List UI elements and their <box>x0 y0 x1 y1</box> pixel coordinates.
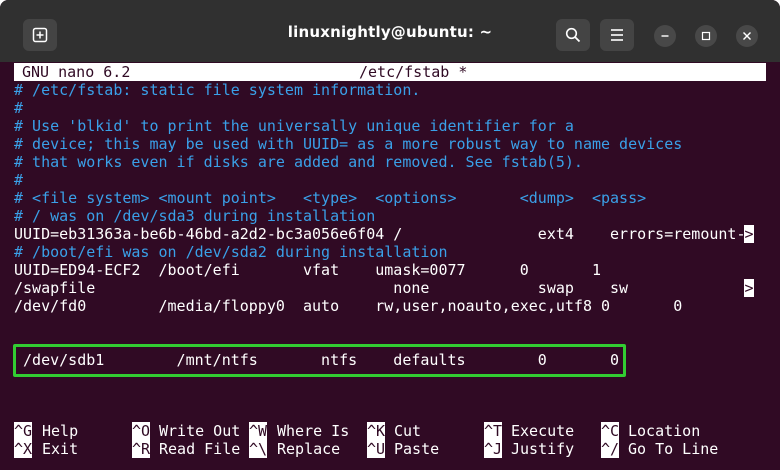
shortcut-label[interactable]: Execute <box>511 422 574 440</box>
shortcut-label[interactable]: Go To Line <box>628 440 718 458</box>
shortcut-label[interactable]: Location <box>628 422 700 440</box>
hamburger-menu-icon <box>611 29 623 41</box>
shortcut-key[interactable]: ^K <box>367 422 386 440</box>
shortcut-label[interactable]: Read File <box>159 440 240 458</box>
file-line[interactable]: # that works even if disks are added and… <box>14 153 583 171</box>
file-line[interactable]: # /etc/fstab: static file system informa… <box>14 81 420 99</box>
file-line[interactable]: UUID=eb31363a-be6b-46bd-a2d2-bc3a056e6f0… <box>14 225 746 243</box>
search-icon <box>565 27 581 43</box>
shortcut-key[interactable]: ^X <box>14 440 33 458</box>
shortcut-key[interactable]: ^\ <box>249 440 268 458</box>
shortcut-label[interactable]: Replace <box>277 440 340 458</box>
file-line[interactable]: # <box>14 171 23 189</box>
minimize-button[interactable] <box>654 25 676 47</box>
shortcut-label[interactable]: Exit <box>42 440 78 458</box>
shortcut-key[interactable]: ^J <box>484 440 503 458</box>
maximize-button[interactable] <box>695 25 717 47</box>
nano-version: GNU nano 6.2 <box>22 63 131 81</box>
file-line[interactable]: # /boot/efi was on /dev/sda2 during inst… <box>14 243 447 261</box>
close-icon <box>743 32 751 40</box>
shortcut-label[interactable]: Write Out <box>159 422 240 440</box>
shortcut-key[interactable]: ^T <box>484 422 503 440</box>
file-line[interactable]: # Use 'blkid' to print the universally u… <box>14 117 574 135</box>
shortcut-label[interactable]: Help <box>42 422 78 440</box>
shortcut-key[interactable]: ^U <box>367 440 386 458</box>
nano-filename: /etc/fstab * <box>359 63 468 81</box>
file-line[interactable]: # <box>14 99 23 117</box>
search-button[interactable] <box>556 19 590 51</box>
file-line[interactable]: # / was on /dev/sda3 during installation <box>14 207 375 225</box>
minimize-icon <box>661 35 669 37</box>
shortcut-key[interactable]: ^W <box>249 422 268 440</box>
shortcut-label[interactable]: Where Is <box>277 422 349 440</box>
shortcut-label[interactable]: Paste <box>394 440 439 458</box>
shortcut-label[interactable]: Cut <box>394 422 421 440</box>
file-line[interactable]: /dev/fd0 /media/floppy0 auto rw,user,noa… <box>14 297 682 315</box>
title-bar: linuxnightly@ubuntu: ~ <box>0 0 780 62</box>
file-line[interactable]: /swapfile none swap sw <box>14 279 628 297</box>
nano-header: GNU nano 6.2 /etc/fstab * <box>14 63 766 81</box>
highlight-box <box>13 344 626 377</box>
terminal-area[interactable]: GNU nano 6.2 /etc/fstab * # /etc/fstab: … <box>13 62 766 470</box>
maximize-icon <box>701 31 711 41</box>
close-button[interactable] <box>736 25 758 47</box>
line-overflow-marker: > <box>744 225 754 243</box>
shortcut-key[interactable]: ^G <box>14 422 33 440</box>
shortcut-label[interactable]: Justify <box>511 440 574 458</box>
terminal-window: linuxnightly@ubuntu: ~ GNU nano 6.2 /etc… <box>0 0 780 470</box>
shortcut-key[interactable]: ^C <box>601 422 620 440</box>
menu-button[interactable] <box>600 19 634 51</box>
file-line[interactable]: # <file system> <mount point> <type> <op… <box>14 189 646 207</box>
shortcut-key[interactable]: ^O <box>132 422 151 440</box>
file-line[interactable]: # device; this may be used with UUID= as… <box>14 135 682 153</box>
file-line[interactable]: UUID=ED94-ECF2 /boot/efi vfat umask=0077… <box>14 261 601 279</box>
shortcut-key[interactable]: ^R <box>132 440 151 458</box>
shortcut-key[interactable]: ^/ <box>601 440 620 458</box>
line-overflow-marker: > <box>744 279 754 297</box>
